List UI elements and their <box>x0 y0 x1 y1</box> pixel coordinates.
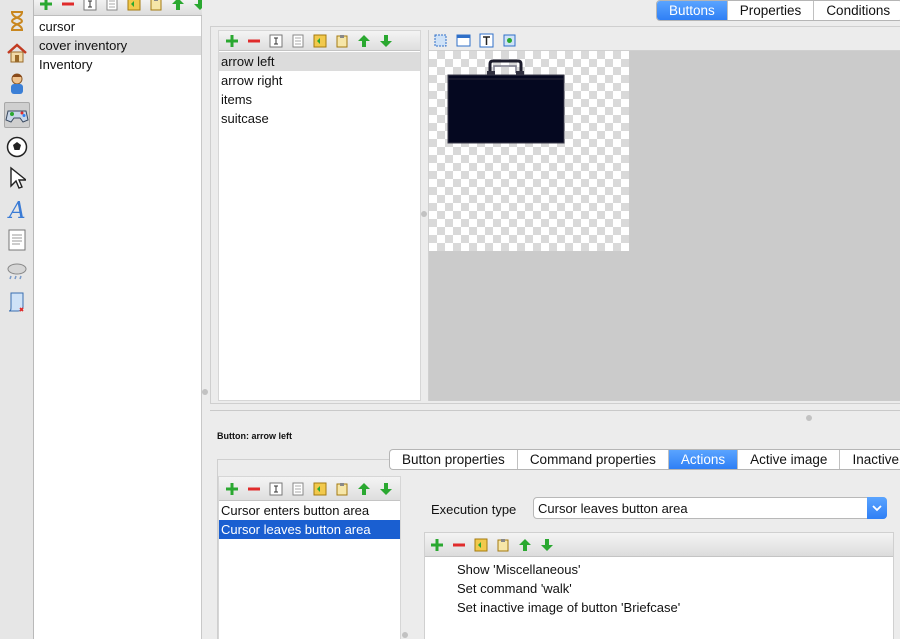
tab-conditions[interactable]: Conditions <box>814 1 900 20</box>
document-icon[interactable] <box>4 227 30 253</box>
copy-icon[interactable] <box>290 33 305 48</box>
paste-icon[interactable] <box>334 33 349 48</box>
center-image-icon[interactable] <box>502 33 517 48</box>
move-up-icon[interactable] <box>356 481 371 496</box>
category-list-panel: cursor cover inventory Inventory <box>34 0 202 639</box>
category-item-cover-inventory[interactable]: cover inventory <box>34 36 201 55</box>
move-down-icon[interactable] <box>378 481 393 496</box>
execution-type-label: Execution type <box>431 502 517 517</box>
paste-icon[interactable] <box>148 0 163 11</box>
rename-icon[interactable] <box>268 33 283 48</box>
command-list-panel: Show 'Miscellaneous' Set command 'walk' … <box>424 532 894 639</box>
button-item-items[interactable]: items <box>219 90 420 109</box>
tab-command-properties[interactable]: Command properties <box>518 450 669 469</box>
event-item-cursor-leaves[interactable]: Cursor leaves button area <box>219 520 400 539</box>
paste-icon[interactable] <box>334 481 349 496</box>
move-up-icon[interactable] <box>356 33 371 48</box>
execution-type-select[interactable]: Cursor leaves button area <box>533 497 887 519</box>
duplicate-icon[interactable] <box>312 481 327 496</box>
character-icon[interactable] <box>4 71 30 97</box>
event-list-panel: Cursor enters button area Cursor leaves … <box>218 476 401 639</box>
tab-buttons[interactable]: Buttons <box>657 1 728 20</box>
command-item[interactable]: Show 'Miscellaneous' <box>457 562 580 577</box>
event-item-cursor-enters[interactable]: Cursor enters button area <box>219 501 400 520</box>
command-item[interactable]: Set inactive image of button 'Briefcase' <box>457 600 680 615</box>
button-item-arrow-left[interactable]: arrow left <box>219 52 420 71</box>
select-area-icon[interactable] <box>433 33 448 48</box>
vertical-splitter-handle[interactable] <box>202 389 208 395</box>
add-icon[interactable] <box>429 537 444 552</box>
category-item-cursor[interactable]: cursor <box>34 17 201 36</box>
horizontal-splitter-handle[interactable] <box>806 415 812 421</box>
cursor-arrow-icon[interactable] <box>4 165 30 191</box>
bottom-splitter-handle[interactable] <box>402 632 408 638</box>
add-icon[interactable] <box>38 0 53 11</box>
remove-icon[interactable] <box>451 537 466 552</box>
category-item-inventory[interactable]: Inventory <box>34 55 201 74</box>
font-icon[interactable]: A <box>4 196 30 222</box>
move-up-icon[interactable] <box>517 537 532 552</box>
selected-button-label: Button: arrow left <box>217 431 292 441</box>
copy-icon[interactable] <box>290 481 305 496</box>
add-icon[interactable] <box>224 33 239 48</box>
add-icon[interactable] <box>224 481 239 496</box>
tab-actions[interactable]: Actions <box>668 450 739 469</box>
copy-icon[interactable] <box>104 0 119 11</box>
main-tabs: Buttons Properties Conditions <box>656 0 900 21</box>
detail-tabs: Button properties Command properties Act… <box>389 449 900 470</box>
house-icon[interactable] <box>4 40 30 66</box>
tab-active-image[interactable]: Active image <box>738 450 841 469</box>
text-tool-icon[interactable] <box>479 33 494 48</box>
remove-icon[interactable] <box>60 0 75 11</box>
ball-icon[interactable] <box>4 134 30 160</box>
transparent-canvas <box>429 51 629 251</box>
duplicate-icon[interactable] <box>312 33 327 48</box>
gamepad-icon[interactable] <box>4 102 30 128</box>
category-toolbar <box>34 0 202 16</box>
move-down-icon[interactable] <box>539 537 554 552</box>
command-toolbar <box>425 533 893 557</box>
hourglass-icon[interactable] <box>4 8 30 34</box>
paste-icon[interactable] <box>495 537 510 552</box>
tab-inactive-image[interactable]: Inactive i <box>840 450 900 469</box>
horizontal-splitter[interactable] <box>210 410 900 411</box>
preview-toolbar <box>429 30 900 51</box>
tab-properties[interactable]: Properties <box>728 1 815 20</box>
duplicate-icon[interactable] <box>126 0 141 11</box>
suitcase-image <box>447 59 565 144</box>
button-list-panel: arrow left arrow right items suitcase <box>218 30 421 401</box>
rename-icon[interactable] <box>82 0 97 11</box>
button-list-toolbar <box>219 31 420 51</box>
duplicate-icon[interactable] <box>473 537 488 552</box>
weather-icon[interactable] <box>4 258 30 284</box>
execution-type-value: Cursor leaves button area <box>538 501 688 516</box>
window-frame-icon[interactable] <box>456 33 471 48</box>
chevron-down-icon[interactable] <box>867 497 887 519</box>
move-down-icon[interactable] <box>378 33 393 48</box>
button-item-arrow-right[interactable]: arrow right <box>219 71 420 90</box>
rename-icon[interactable] <box>268 481 283 496</box>
tab-button-properties[interactable]: Button properties <box>390 450 518 469</box>
remove-icon[interactable] <box>246 33 261 48</box>
image-preview-panel <box>428 30 900 401</box>
move-up-icon[interactable] <box>170 0 185 11</box>
remove-icon[interactable] <box>246 481 261 496</box>
svg-text:A: A <box>7 198 26 221</box>
category-sidebar: A <box>0 0 34 639</box>
event-list-toolbar <box>219 477 400 501</box>
command-item[interactable]: Set command 'walk' <box>457 581 572 596</box>
button-item-suitcase[interactable]: suitcase <box>219 109 420 128</box>
move-down-icon[interactable] <box>192 0 202 11</box>
script-icon[interactable] <box>4 289 30 315</box>
panel-splitter-handle[interactable] <box>421 211 427 217</box>
